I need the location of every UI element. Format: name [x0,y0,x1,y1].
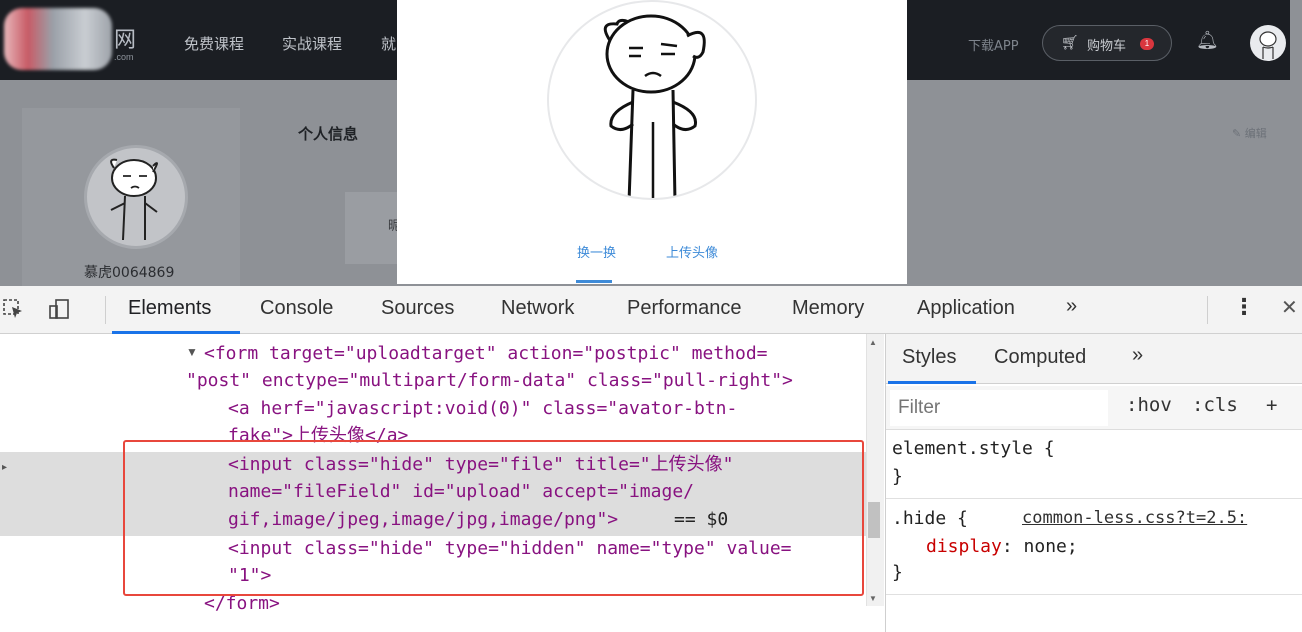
avatar-modal: 换一换 上传头像 [397,0,907,284]
hide-rule-declaration[interactable]: display: none; [926,536,1078,557]
more-tabs-chevron-icon[interactable]: » [1066,295,1077,318]
styles-filter-input[interactable] [890,390,1108,426]
rule-divider [886,498,1302,499]
gutter-caret-icon: ▸ [2,462,8,473]
avatar-doodle-large-icon [603,14,706,198]
element-style-selector[interactable]: element.style { [892,438,1055,459]
profile-avatar[interactable] [84,145,188,249]
styles-filter-bar: :hov :cls + [886,386,1302,430]
scroll-down-arrow-icon[interactable]: ▼ [869,594,877,603]
tab-memory[interactable]: Memory [792,297,864,320]
device-toolbar-icon[interactable] [48,298,70,320]
styles-sidebar: Styles Computed » :hov :cls + element.st… [885,334,1302,632]
styles-active-tab-indicator [888,381,976,384]
hide-rule-selector[interactable]: .hide { [892,508,968,529]
styles-tabbar: Styles Computed » [886,334,1302,384]
close-icon[interactable]: ✕ [1281,295,1298,320]
cart-button[interactable]: 🛒︎ 购物车 1 [1042,25,1172,61]
tab-computed[interactable]: Computed [994,346,1086,369]
dom-scrollbar-thumb[interactable] [868,502,880,538]
inspect-element-icon[interactable] [2,298,24,320]
cart-count-badge: 1 [1140,38,1154,50]
tab-network[interactable]: Network [501,297,574,320]
change-avatar-link[interactable]: 换一换 [577,242,616,261]
new-rule-plus-icon[interactable]: + [1266,394,1277,416]
active-tab-underline [576,280,612,283]
profile-username: 慕虎0064869 [84,265,175,281]
modal-avatar-preview [547,0,757,200]
nav-employment[interactable]: 就 [381,33,396,54]
tab-performance[interactable]: Performance [627,297,742,320]
site-logo-sub: .com [114,52,134,62]
more-panes-chevron-icon[interactable]: » [1132,344,1143,367]
tab-sources[interactable]: Sources [381,297,454,320]
hover-state-toggle[interactable]: :hov [1126,394,1172,416]
tab-styles[interactable]: Styles [902,346,956,369]
bell-icon[interactable]: 🔔︎ [1196,30,1219,51]
css-property-name[interactable]: display [926,536,1002,557]
stylesheet-source-link[interactable]: common-less.css?t=2.5: [1022,508,1247,528]
toolbar-separator [105,296,106,324]
hide-rule-close: } [892,562,903,583]
blurred-logo [4,8,112,70]
tab-console[interactable]: Console [260,297,333,320]
nav-practical-courses[interactable]: 实战课程 [282,33,342,54]
tab-application[interactable]: Application [917,297,1015,320]
download-app-link[interactable]: 下载APP [968,35,1019,54]
personal-info-title: 个人信息 [298,125,359,143]
avatar-doodle-icon [1259,31,1277,59]
nav-free-courses[interactable]: 免费课程 [184,33,244,54]
edit-label: 编辑 [1244,127,1267,140]
toolbar-separator [1207,296,1208,324]
dom-node-form-line-1[interactable]: <form target="uploadtarget" action="post… [204,340,768,367]
devtools-toolbar: Elements Console Sources Network Perform… [0,286,1302,334]
cart-label: 购物车 [1087,39,1127,54]
dom-node-anchor-line-1[interactable]: <a herf="javascript:void(0)" class="avat… [228,395,737,422]
annotation-highlight-box [123,440,864,596]
cart-icon: 🛒︎ [1061,34,1079,50]
css-property-value[interactable]: : none; [1002,536,1078,557]
edit-link[interactable]: ✎ 编辑 [1232,125,1267,141]
dom-node-form-line-2[interactable]: "post" enctype="multipart/form-data" cla… [186,367,793,394]
kebab-menu-icon[interactable]: ⋮ [1233,294,1255,320]
rule-divider [886,594,1302,595]
expand-triangle-icon[interactable]: ▼ [186,345,198,359]
element-style-close: } [892,466,903,487]
upload-avatar-link[interactable]: 上传头像 [666,242,718,261]
profile-doodle-icon [110,158,158,241]
tab-elements[interactable]: Elements [128,297,211,320]
site-logo-text[interactable]: 网 [114,22,136,54]
dom-scrollbar[interactable] [866,334,884,606]
user-avatar[interactable] [1250,25,1286,61]
scroll-up-arrow-icon[interactable]: ▲ [869,338,877,347]
website-viewport: 网 .com 免费课程 实战课程 就 下载APP 🛒︎ 购物车 1 🔔︎ 慕虎0… [0,0,1302,286]
class-toggle[interactable]: :cls [1192,394,1238,416]
